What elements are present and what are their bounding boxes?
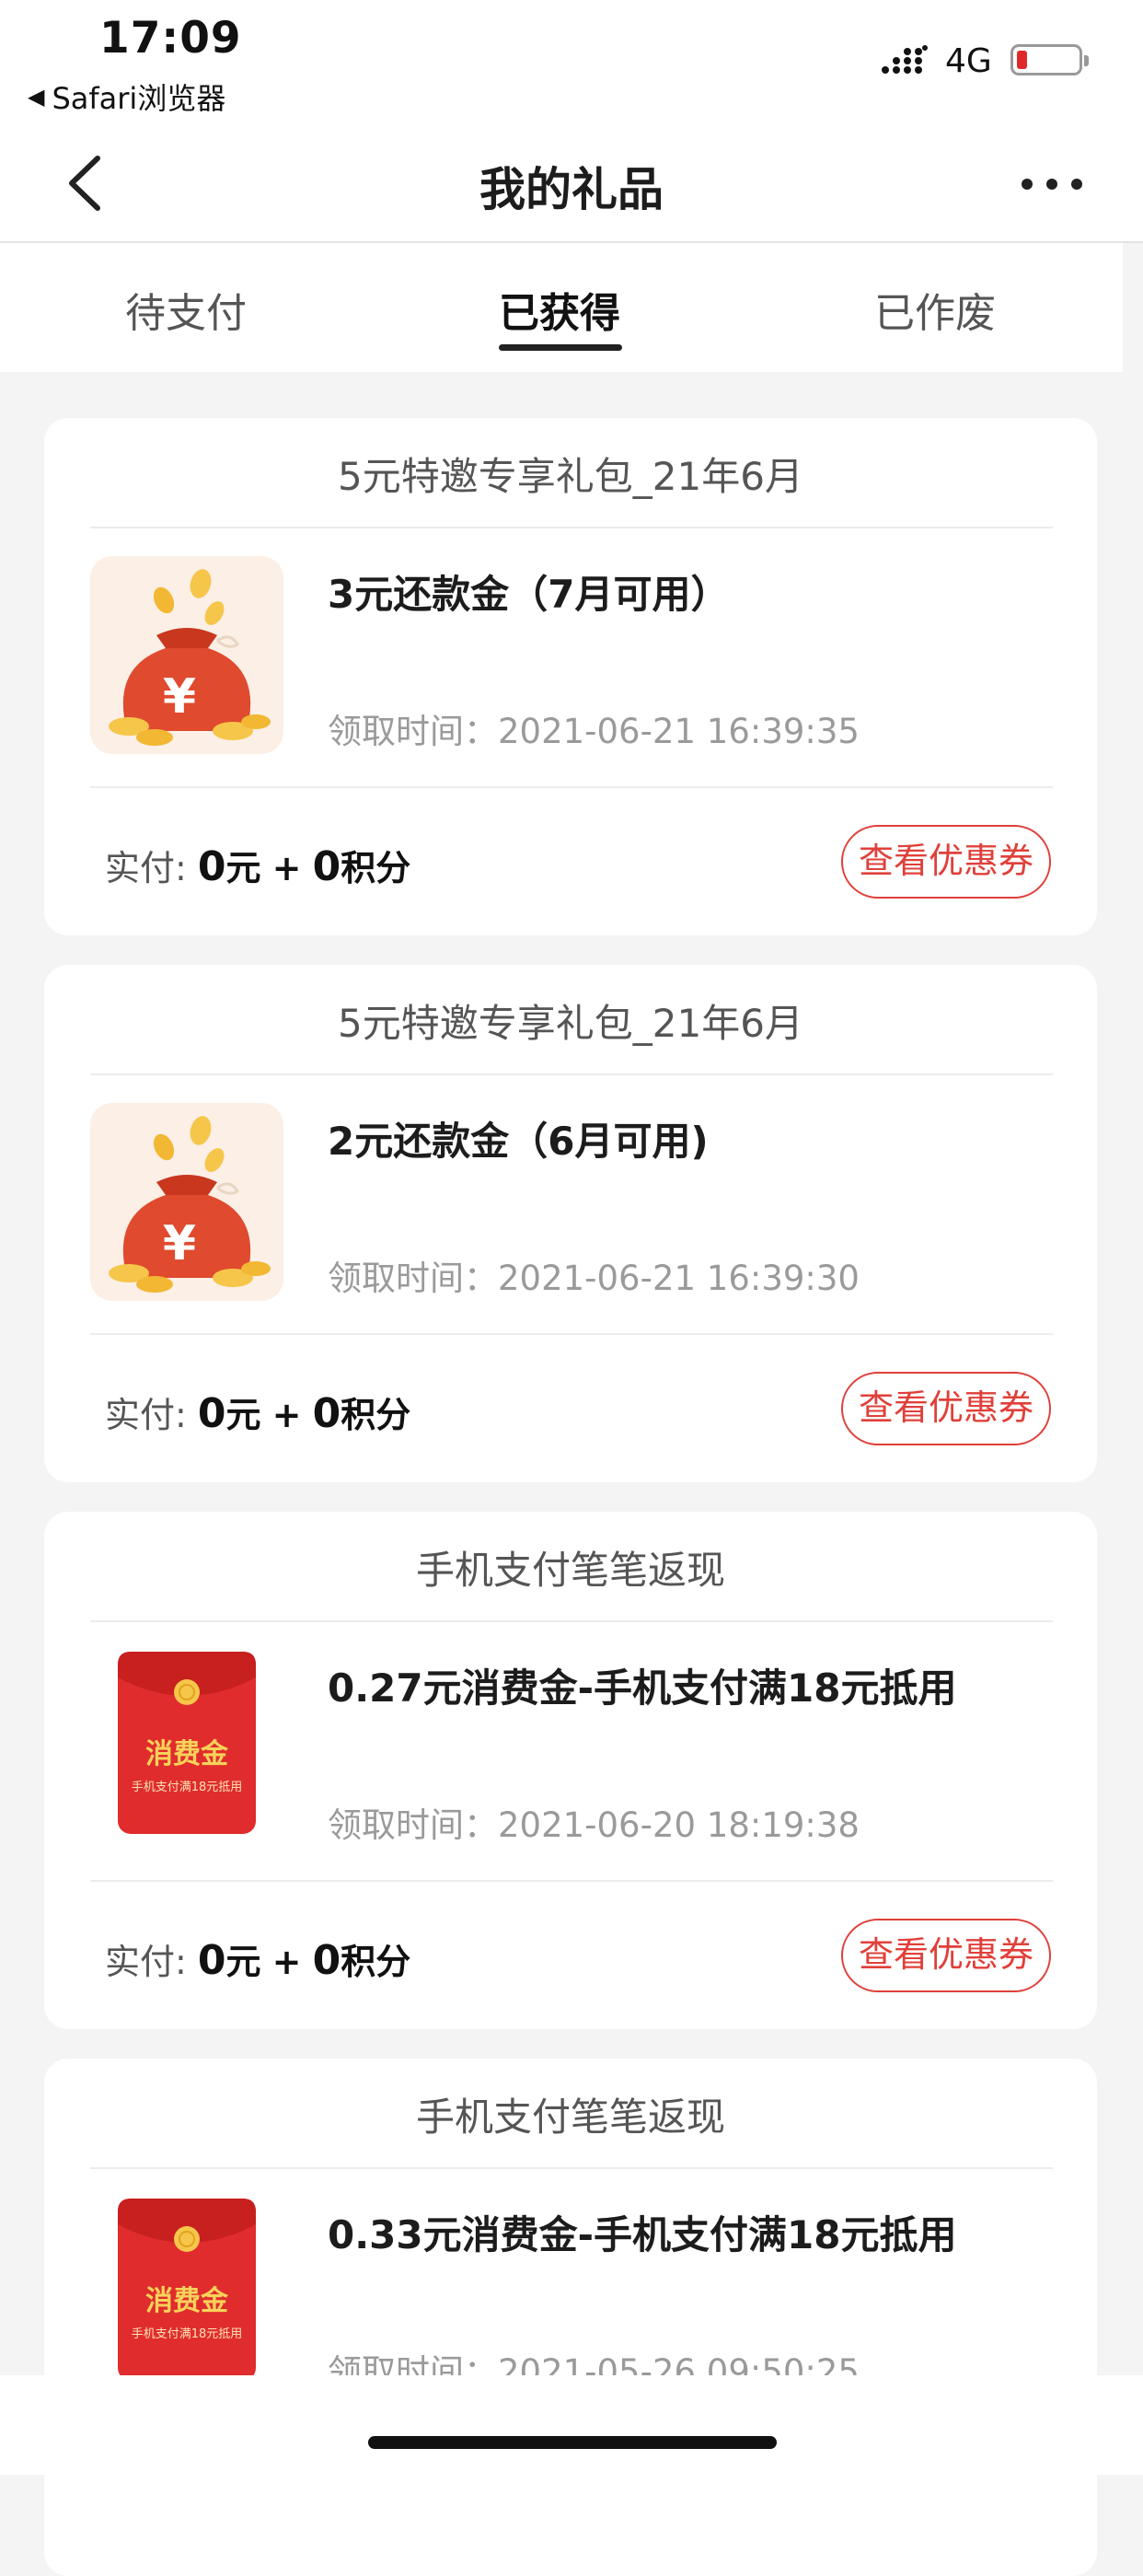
tab-pending-payment[interactable]: 待支付 (125, 280, 247, 339)
status-time: 17:09 (99, 13, 242, 64)
gift-name: 0.33元消费金-手机支付满18元抵用 (328, 2212, 957, 2257)
points-unit: 积分 (341, 848, 411, 888)
plus-sign: + (271, 1942, 302, 1982)
money-bag-icon: ¥ (90, 556, 283, 754)
paid-amount: 实付: 0元 + 0积分 (105, 1933, 410, 1984)
plus-sign: + (271, 1395, 302, 1435)
card-package-title: 5元特邀专享礼包_21年6月 (338, 1001, 803, 1046)
nav-bar: 我的礼品 (0, 120, 1143, 243)
view-coupon-button[interactable]: 查看优惠券 (841, 825, 1051, 899)
divider (90, 786, 1053, 788)
money-bag-icon: ¥ (90, 1103, 283, 1301)
card-package-title: 手机支付笔笔返现 (415, 2094, 725, 2140)
envelope-subtitle: 手机支付满18元抵用 (131, 2327, 243, 2341)
paid-label: 实付: (105, 848, 187, 888)
paid-amount: 实付: 0元 + 0积分 (105, 840, 410, 890)
divider (90, 1880, 1053, 1882)
divider (90, 1333, 1053, 1335)
status-bar: 17:09 ◀ Safari浏览器 4G (0, 0, 1143, 120)
red-envelope-icon: 消费金 手机支付满18元抵用 (90, 1650, 283, 1848)
gift-card: 手机支付笔笔返现 消费金 手机支付满18元抵用 0.27元消费金-手机支付满18… (44, 1512, 1097, 2029)
paid-points: 0 (312, 1390, 341, 1437)
plus-sign: + (271, 848, 302, 888)
active-tab-indicator (499, 344, 622, 351)
paid-yuan: 0 (197, 1390, 226, 1437)
yuan-unit: 元 (225, 1395, 261, 1435)
receive-time: 领取时间：2021-06-21 16:39:30 (328, 1259, 860, 1298)
view-coupon-button[interactable]: 查看优惠券 (841, 1372, 1051, 1445)
gift-card: 5元特邀专享礼包_21年6月 ¥ 2元还款金（6月可用) 领取时间：2021-0… (44, 965, 1097, 1482)
gift-name: 0.27元消费金-手机支付满18元抵用 (328, 1665, 957, 1711)
yuan-unit: 元 (225, 848, 261, 888)
back-triangle-icon: ◀ (28, 84, 45, 110)
return-app-label: Safari浏览器 (52, 81, 226, 116)
card-package-title: 5元特邀专享礼包_21年6月 (338, 454, 803, 499)
home-indicator-area (0, 2375, 1143, 2475)
points-unit: 积分 (341, 1942, 411, 1982)
paid-amount: 实付: 0元 + 0积分 (105, 1387, 410, 1437)
receive-time: 领取时间：2021-06-21 16:39:35 (328, 712, 860, 751)
paid-points: 0 (312, 1937, 341, 1984)
tab-obtained[interactable]: 已获得 (499, 280, 620, 339)
envelope-subtitle: 手机支付满18元抵用 (131, 1781, 243, 1794)
page-title: 我的礼品 (479, 163, 664, 216)
gift-card: 5元特邀专享礼包_21年6月 ¥ 3元还款金（7月可用） 领取时间：2021-0… (44, 418, 1097, 935)
more-dots-icon[interactable] (1020, 175, 1084, 193)
network-type: 4G (945, 42, 992, 80)
battery-level (1017, 51, 1027, 69)
divider (90, 1620, 1053, 1622)
paid-label: 实付: (105, 1395, 187, 1435)
card-package-title: 手机支付笔笔返现 (415, 1548, 725, 1593)
paid-points: 0 (312, 843, 341, 890)
envelope-title: 消费金 (145, 1738, 228, 1770)
paid-label: 实付: (105, 1942, 187, 1982)
return-to-app[interactable]: ◀ Safari浏览器 (28, 75, 225, 118)
gift-card: 手机支付笔笔返现 消费金 手机支付满18元抵用 0.33元消费金-手机支付满18… (44, 2059, 1097, 2576)
battery-icon (1010, 44, 1089, 75)
gift-name: 2元还款金（6月可用) (328, 1119, 709, 1164)
yuan-unit: 元 (225, 1942, 261, 1982)
cellular-signal-icon (882, 45, 928, 74)
view-coupon-button[interactable]: 查看优惠券 (841, 1919, 1051, 1992)
home-indicator[interactable] (368, 2436, 777, 2449)
svg-text:¥: ¥ (163, 669, 196, 725)
receive-time: 领取时间：2021-06-20 18:19:38 (328, 1805, 860, 1845)
divider (90, 2167, 1053, 2169)
tab-bar: 待支付 已获得 已作废 (0, 243, 1123, 372)
divider (90, 1073, 1053, 1075)
envelope-title: 消费金 (145, 2285, 228, 2317)
paid-yuan: 0 (197, 843, 226, 890)
red-envelope-icon: 消费金 手机支付满18元抵用 (90, 2197, 283, 2395)
divider (90, 527, 1053, 528)
gift-name: 3元还款金（7月可用） (328, 572, 730, 617)
points-unit: 积分 (341, 1395, 411, 1435)
svg-text:¥: ¥ (163, 1216, 196, 1271)
paid-yuan: 0 (197, 1937, 226, 1984)
tab-voided[interactable]: 已作废 (874, 280, 996, 339)
